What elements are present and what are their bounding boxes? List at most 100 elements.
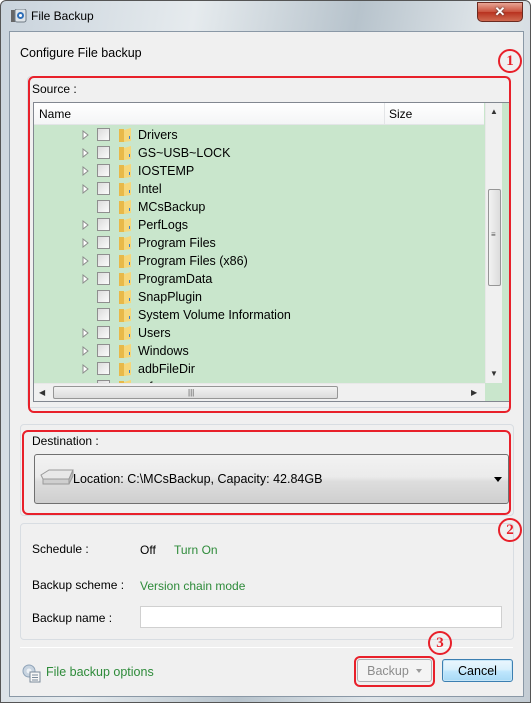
expand-arrow-icon[interactable] bbox=[82, 328, 90, 338]
folder-checkbox[interactable] bbox=[97, 326, 110, 339]
folder-checkbox[interactable] bbox=[97, 254, 110, 267]
expand-arrow-icon[interactable] bbox=[82, 346, 90, 356]
tree-row[interactable]: MCsBackup bbox=[34, 198, 484, 216]
folder-icon bbox=[119, 344, 131, 358]
tree-row[interactable]: System Volume Information bbox=[34, 306, 484, 324]
folder-name: GS~USB~LOCK bbox=[138, 146, 231, 160]
horizontal-scroll-thumb[interactable]: ||| bbox=[53, 386, 338, 399]
folder-checkbox[interactable] bbox=[97, 272, 110, 285]
tree-row[interactable]: IOSTEMP bbox=[34, 162, 484, 180]
folder-checkbox[interactable] bbox=[97, 128, 110, 141]
folder-icon bbox=[119, 326, 131, 340]
folder-icon bbox=[119, 164, 131, 178]
turn-on-schedule-link[interactable]: Turn On bbox=[174, 543, 218, 557]
scroll-up-icon[interactable]: ▲ bbox=[490, 107, 498, 116]
tree-row[interactable]: PerfLogs bbox=[34, 216, 484, 234]
folder-icon bbox=[119, 128, 131, 142]
folder-checkbox[interactable] bbox=[97, 200, 110, 213]
folder-icon bbox=[119, 182, 131, 196]
folder-checkbox[interactable] bbox=[97, 290, 110, 303]
folder-checkbox[interactable] bbox=[97, 362, 110, 375]
folder-name: PerfLogs bbox=[138, 218, 189, 232]
horizontal-scrollbar[interactable]: ◀ ||| ▶ bbox=[34, 383, 485, 401]
destination-dropdown[interactable]: Location: C:\MCsBackup, Capacity: 42.84G… bbox=[34, 454, 509, 504]
cancel-button[interactable]: Cancel bbox=[442, 659, 513, 682]
expand-arrow-icon[interactable] bbox=[82, 184, 90, 194]
tree-row[interactable]: SnapPlugin bbox=[34, 288, 484, 306]
backup-name-input[interactable] bbox=[140, 606, 502, 628]
page-title: Configure File backup bbox=[20, 46, 142, 60]
tree-row[interactable]: adbFileDir bbox=[34, 360, 484, 378]
folder-icon bbox=[119, 362, 131, 376]
grip-icon: ≡ bbox=[491, 230, 496, 239]
folder-icon bbox=[119, 200, 131, 214]
annotation-badge-1: 1 bbox=[498, 49, 522, 73]
dialog-body: Configure File backup Source : Name Size… bbox=[9, 31, 524, 697]
tree-header: Name Size bbox=[34, 103, 484, 125]
expand-arrow-icon[interactable] bbox=[82, 130, 90, 140]
file-backup-options-link[interactable]: File backup options bbox=[46, 665, 154, 679]
folder-name: System Volume Information bbox=[138, 308, 291, 322]
grip-icon: ||| bbox=[188, 388, 195, 397]
folder-checkbox[interactable] bbox=[97, 182, 110, 195]
backup-scheme-link[interactable]: Version chain mode bbox=[140, 579, 245, 593]
folder-name: Drivers bbox=[138, 128, 178, 142]
folder-icon bbox=[119, 218, 131, 232]
drive-icon bbox=[40, 469, 74, 485]
folder-icon bbox=[119, 254, 131, 268]
folder-icon bbox=[119, 272, 131, 286]
folder-name: SnapPlugin bbox=[138, 290, 202, 304]
vertical-scrollbar[interactable]: ▲ ≡ ▼ bbox=[485, 103, 502, 383]
schedule-label: Schedule : bbox=[32, 542, 89, 556]
expand-arrow-icon[interactable] bbox=[82, 166, 90, 176]
folder-name: Users bbox=[138, 326, 171, 340]
scroll-left-icon[interactable]: ◀ bbox=[39, 388, 45, 397]
folder-icon bbox=[119, 290, 131, 304]
expand-arrow-icon[interactable] bbox=[82, 274, 90, 284]
folder-name: Program Files (x86) bbox=[138, 254, 248, 268]
close-icon: ✕ bbox=[494, 4, 506, 19]
folder-checkbox[interactable] bbox=[97, 308, 110, 321]
expand-arrow-icon[interactable] bbox=[82, 220, 90, 230]
folder-checkbox[interactable] bbox=[97, 146, 110, 159]
scroll-right-icon[interactable]: ▶ bbox=[471, 388, 477, 397]
column-header-name[interactable]: Name bbox=[39, 107, 71, 121]
chevron-down-icon bbox=[415, 668, 422, 673]
backup-scheme-label: Backup scheme : bbox=[32, 578, 125, 592]
tree-row[interactable]: Intel bbox=[34, 180, 484, 198]
destination-value: Location: C:\MCsBackup, Capacity: 42.84G… bbox=[73, 472, 323, 486]
chevron-down-icon bbox=[494, 477, 502, 482]
close-button[interactable]: ✕ bbox=[477, 2, 523, 22]
backup-name-label: Backup name : bbox=[32, 611, 113, 625]
expand-arrow-icon[interactable] bbox=[82, 238, 90, 248]
annotation-badge-3: 3 bbox=[428, 631, 452, 655]
tree-row[interactable]: Program Files (x86) bbox=[34, 252, 484, 270]
tree-row[interactable]: Drivers bbox=[34, 126, 484, 144]
column-separator[interactable] bbox=[384, 103, 385, 125]
folder-name: Windows bbox=[138, 344, 189, 358]
folder-name: MCsBackup bbox=[138, 200, 206, 214]
tree-row[interactable]: Program Files bbox=[34, 234, 484, 252]
folder-name: adbFileDir bbox=[138, 362, 195, 376]
backup-button-label: Backup bbox=[367, 663, 409, 678]
folder-checkbox[interactable] bbox=[97, 344, 110, 357]
tree-row[interactable]: GS~USB~LOCK bbox=[34, 144, 484, 162]
folder-checkbox[interactable] bbox=[97, 164, 110, 177]
backup-button[interactable]: Backup bbox=[357, 659, 432, 682]
source-tree[interactable]: Name Size Drivers GS~USB~LOCK IOSTEMP Intel… bbox=[33, 102, 511, 402]
vertical-scroll-thumb[interactable]: ≡ bbox=[488, 189, 501, 286]
schedule-value: Off bbox=[140, 543, 156, 557]
tree-row[interactable]: Windows bbox=[34, 342, 484, 360]
folder-checkbox[interactable] bbox=[97, 236, 110, 249]
tree-row[interactable]: Users bbox=[34, 324, 484, 342]
expand-arrow-icon[interactable] bbox=[82, 256, 90, 266]
scroll-down-icon[interactable]: ▼ bbox=[490, 369, 498, 378]
column-header-size[interactable]: Size bbox=[389, 107, 412, 121]
annotation-badge-2: 2 bbox=[498, 518, 522, 542]
tree-row[interactable]: ProgramData bbox=[34, 270, 484, 288]
expand-arrow-icon[interactable] bbox=[82, 364, 90, 374]
file-backup-window: File Backup ✕ Configure File backup Sour… bbox=[0, 0, 531, 703]
expand-arrow-icon[interactable] bbox=[82, 148, 90, 158]
folder-checkbox[interactable] bbox=[97, 218, 110, 231]
folder-name: ProgramData bbox=[138, 272, 213, 286]
